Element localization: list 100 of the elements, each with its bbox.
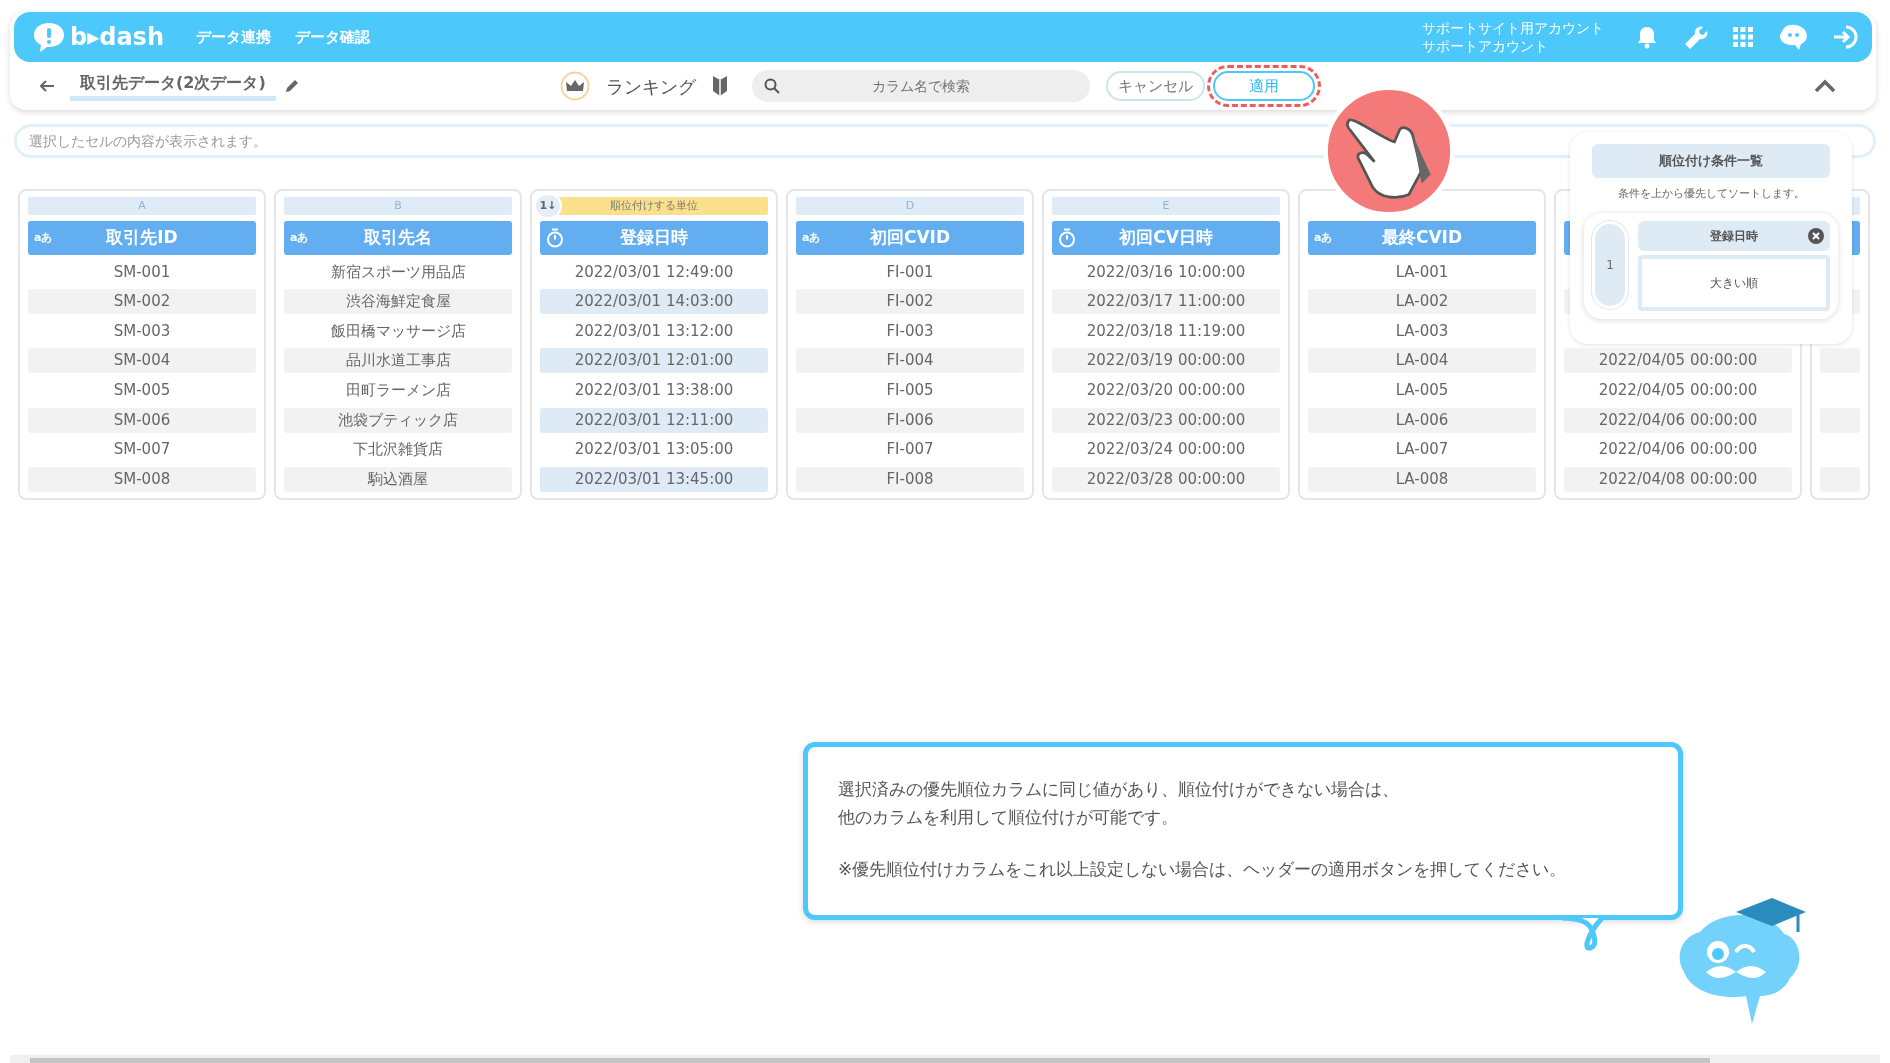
table-cell-text: SM-007 bbox=[112, 439, 172, 461]
table-cell: FI-002 bbox=[796, 289, 1024, 315]
column-header[interactable]: aあ 最終CVID bbox=[1308, 221, 1536, 255]
table-cell: FI-006 bbox=[796, 407, 1024, 433]
column-header[interactable]: aあ 取引先ID bbox=[28, 221, 256, 255]
column-name: 登録日時 bbox=[620, 226, 688, 250]
panel-subtitle: 条件を上から優先してソートします。 bbox=[1616, 186, 1806, 202]
table-cell: SM-006 bbox=[28, 407, 256, 433]
mode-title: ランキング bbox=[605, 74, 696, 99]
guide-text: ※優先順位付けカラムをこれ以上設定しない場合は、ヘッダーの適用ボタンを押してください。 bbox=[838, 858, 1568, 882]
table-cell: 2022/03/17 11:00:00 bbox=[1052, 289, 1280, 315]
column-name: 初回CVID bbox=[869, 226, 951, 250]
table-cell-text: LA-003 bbox=[1394, 320, 1450, 342]
logout-icon[interactable] bbox=[1832, 24, 1860, 50]
pencil-icon[interactable] bbox=[283, 78, 300, 94]
mascot-face-icon[interactable] bbox=[1778, 24, 1808, 50]
type-label: aあ bbox=[34, 229, 53, 246]
type-label: aあ bbox=[1314, 229, 1333, 246]
page-title: 取引先データ(2次データ) bbox=[70, 71, 276, 101]
table-cell-text: 2022/03/24 00:00:00 bbox=[1085, 439, 1247, 461]
table-cell-text: SM-005 bbox=[112, 379, 172, 401]
table-cell: FI-004 bbox=[796, 348, 1024, 374]
table-cell: 2022/03/01 12:11:00 bbox=[540, 407, 768, 433]
nav-link[interactable]: データ確認 bbox=[295, 25, 370, 49]
ranking-unit-label: 順位付けする単位 bbox=[610, 199, 698, 212]
column-header[interactable]: 初回CV日時 bbox=[1052, 221, 1280, 255]
collapse-chevron-icon[interactable] bbox=[1814, 79, 1836, 93]
bell-icon[interactable] bbox=[1636, 25, 1658, 49]
table-cell-text: 2022/03/01 13:05:00 bbox=[573, 439, 735, 461]
table-cell-text: 2022/04/05 00:00:00 bbox=[1597, 379, 1759, 401]
sort-order-badge[interactable]: 1↓ bbox=[534, 193, 562, 219]
search-field[interactable]: カラム名で検索 bbox=[751, 70, 1090, 102]
table-cell-text: FI-007 bbox=[885, 439, 935, 461]
table-cell: LA-002 bbox=[1308, 289, 1536, 315]
logo-text[interactable]: b▸dash bbox=[70, 19, 164, 55]
table-cell-text: 2022/03/01 13:12:00 bbox=[573, 320, 735, 342]
column-letter: D bbox=[796, 197, 1024, 215]
condition-column-name: 登録日時 bbox=[1710, 227, 1758, 245]
nav-link[interactable]: データ連携 bbox=[196, 25, 271, 49]
table-cell: 2022/04/06 00:00:00 bbox=[1564, 407, 1792, 433]
account-name: サポートアカウント bbox=[1422, 37, 1549, 56]
back-arrow-icon[interactable] bbox=[40, 80, 54, 92]
table-cell: 2022/03/23 00:00:00 bbox=[1052, 407, 1280, 433]
table-cell: 渋谷海鮮定食屋 bbox=[284, 289, 512, 315]
column-header[interactable]: aあ 初回CVID bbox=[796, 221, 1024, 255]
guide-text: 他のカラムを利用して順位付けが可能です。 bbox=[838, 806, 1179, 830]
column-header[interactable]: aあ 取引先名 bbox=[284, 221, 512, 255]
column-header[interactable]: 登録日時 bbox=[540, 221, 768, 255]
table-cell-text: LA-007 bbox=[1394, 439, 1450, 461]
grid-icon[interactable] bbox=[1732, 26, 1754, 48]
table-cell-text: 2022/03/01 13:38:00 bbox=[573, 379, 735, 401]
table-cell: SM-008 bbox=[28, 466, 256, 492]
table-cell-text: LA-005 bbox=[1394, 379, 1450, 401]
table-cell-text: FI-003 bbox=[885, 320, 935, 342]
table-cell: 2022/04/05 00:00:00 bbox=[1564, 348, 1792, 374]
table-cell: 2022/03/28 00:00:00 bbox=[1052, 466, 1280, 492]
table-cell: LA-008 bbox=[1308, 466, 1536, 492]
sort-order-option[interactable]: 大きい順 bbox=[1638, 254, 1830, 311]
type-label: aあ bbox=[802, 229, 821, 246]
guide-text: 選択済みの優先順位カラムに同じ値があり、順位付けができない場合は、 bbox=[838, 778, 1400, 801]
table-cell-text: FI-001 bbox=[885, 261, 935, 283]
panel-title: 順位付け条件一覧 bbox=[1592, 144, 1830, 178]
column-name: 最終CVID bbox=[1381, 226, 1463, 250]
table-cell: 2022/03/01 13:45:00 bbox=[540, 466, 768, 492]
table-cell-text: 2022/03/01 12:49:00 bbox=[573, 261, 735, 283]
table-cell-text: LA-001 bbox=[1394, 261, 1450, 283]
condition-number[interactable]: 1 bbox=[1592, 220, 1628, 309]
table-cell-text: 2022/03/18 11:19:00 bbox=[1085, 320, 1247, 342]
table-cell: LA-004 bbox=[1308, 348, 1536, 374]
table-cell-text: 下北沢雑貨店 bbox=[352, 439, 444, 461]
column-name: 取引先ID bbox=[106, 226, 178, 250]
column-name: 初回CV日時 bbox=[1119, 226, 1213, 250]
table-cell-text: 2022/03/20 00:00:00 bbox=[1085, 379, 1247, 401]
table-cell: 2022/03/19 00:00:00 bbox=[1052, 348, 1280, 374]
table-cell: 駒込酒屋 bbox=[284, 466, 512, 492]
table-cell-text: 飯田橋マッサージ店 bbox=[329, 320, 467, 342]
stopwatch-icon bbox=[1058, 228, 1076, 248]
stopwatch-icon bbox=[546, 228, 564, 248]
table-cell: 2022/04/08 00:00:00 bbox=[1564, 466, 1792, 492]
table-cell-text: FI-005 bbox=[885, 379, 935, 401]
table-cell: 品川水道工事店 bbox=[284, 348, 512, 374]
table-cell: FI-008 bbox=[796, 466, 1024, 492]
column-letter: A bbox=[28, 197, 256, 215]
speech-bubble-logo-icon bbox=[32, 21, 66, 53]
table-cell-text: SM-003 bbox=[112, 320, 172, 342]
table-cell-text: 田町ラーメン店 bbox=[344, 379, 452, 401]
table-cell: 池袋ブティック店 bbox=[284, 407, 512, 433]
search-icon bbox=[763, 78, 780, 94]
crown-icon bbox=[559, 71, 590, 101]
column-name: 取引先名 bbox=[364, 226, 432, 250]
close-icon[interactable] bbox=[1808, 227, 1824, 244]
table-cell-text: 2022/04/06 00:00:00 bbox=[1597, 439, 1759, 461]
table-cell-text: 新宿スポーツ用品店 bbox=[329, 261, 467, 283]
column-letter: E bbox=[1052, 197, 1280, 215]
cancel-button[interactable]: キャンセル bbox=[1105, 70, 1205, 102]
beginner-mark-icon[interactable] bbox=[711, 75, 728, 97]
table-cell: 2022/03/01 12:01:00 bbox=[540, 348, 768, 374]
account-name: サポートサイト用アカウント bbox=[1422, 18, 1604, 37]
column-letter: B bbox=[284, 197, 512, 215]
table-cell-text: SM-001 bbox=[112, 261, 172, 283]
